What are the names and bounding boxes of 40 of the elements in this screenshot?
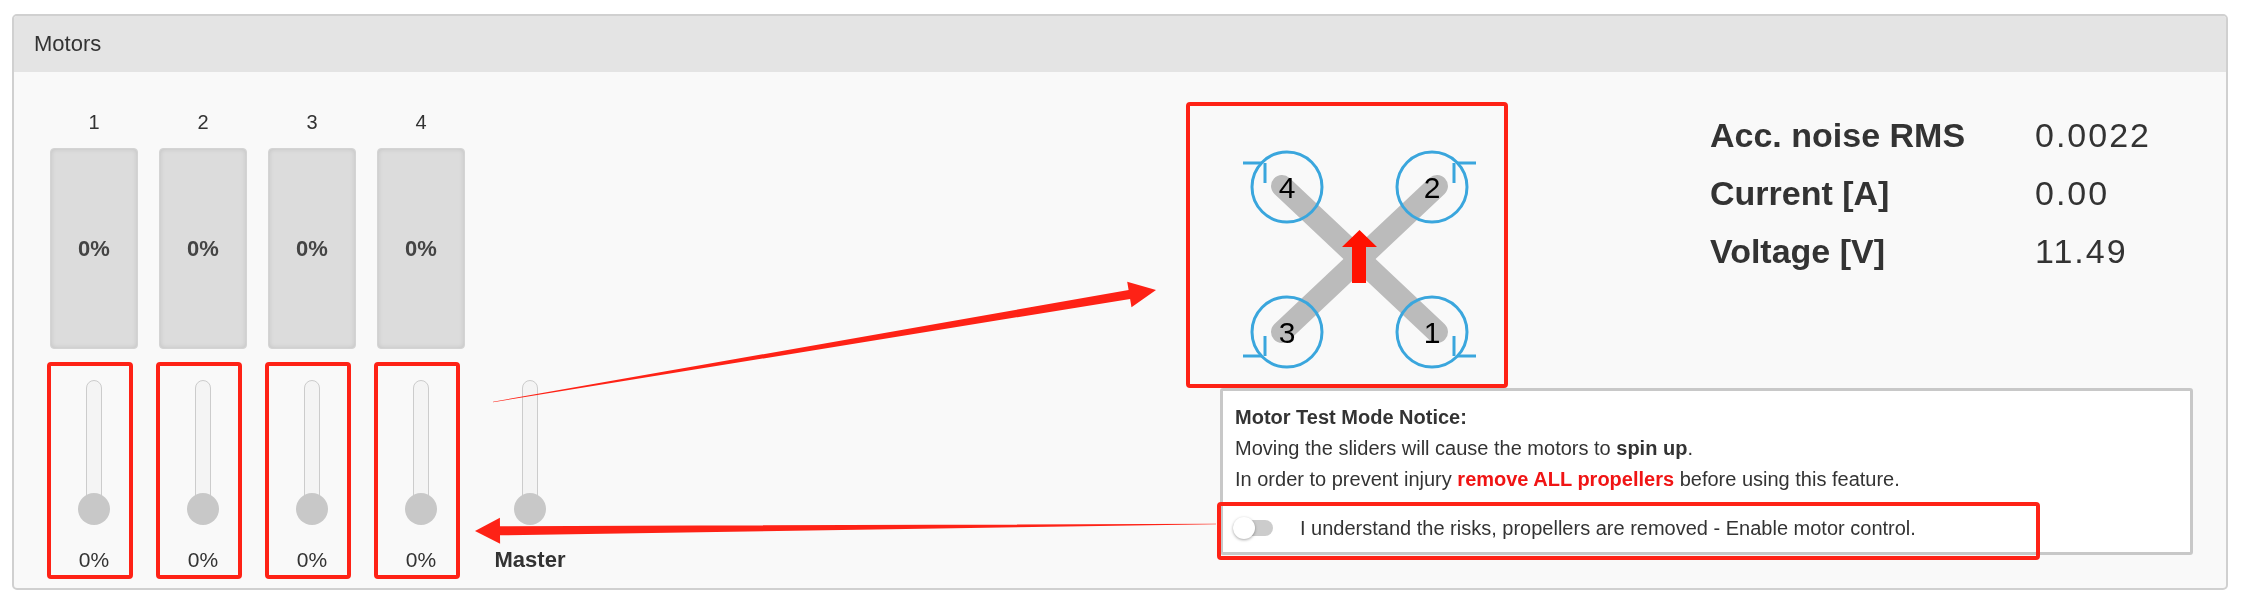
slider-track[interactable]: [514, 380, 546, 525]
motor-number: 4: [415, 110, 427, 135]
motor-number: 4: [1278, 171, 1296, 204]
slider-track[interactable]: [187, 380, 219, 525]
notice-text: In order to prevent injury remove ALL propellers before using this feature.: [1235, 467, 1901, 492]
slider-track[interactable]: [78, 380, 110, 525]
stat-value: 0.00: [2035, 173, 2111, 214]
slider-track[interactable]: [296, 380, 328, 525]
stat-value: 0.0022: [2035, 115, 2151, 156]
stat-label: Acc. noise RMS: [1710, 115, 1967, 156]
slider-thumb[interactable]: [514, 493, 546, 525]
notice-title: Motor Test Mode Notice:: [1235, 405, 1468, 430]
slider-reading: 0%: [405, 547, 437, 573]
slider-reading: 0%: [78, 547, 110, 573]
motor-number: 3: [306, 110, 318, 135]
slider-thumb[interactable]: [187, 493, 219, 525]
master-label: Master: [494, 546, 566, 574]
slider-thumb[interactable]: [296, 493, 328, 525]
motor-number: 2: [197, 110, 209, 135]
meter-reading: 0%: [296, 235, 328, 263]
notice-text: Moving the sliders will cause the motors to spin up.: [1235, 436, 1694, 461]
meter-reading: 0%: [405, 235, 437, 263]
motor-number: 3: [1278, 316, 1296, 349]
slider-reading: 0%: [187, 547, 219, 573]
slider-thumb[interactable]: [78, 493, 110, 525]
toggle-switch[interactable]: [1233, 517, 1273, 539]
meter-reading: 0%: [78, 235, 110, 263]
slider-thumb[interactable]: [405, 493, 437, 525]
motor-number: 1: [1423, 316, 1441, 349]
stat-value: 11.49: [2035, 231, 2129, 272]
stat-label: Voltage [V]: [1710, 231, 1887, 272]
motor-number: 1: [88, 110, 100, 135]
up-arrow-icon: [1342, 230, 1377, 283]
motor-number: 2: [1423, 171, 1441, 204]
slider-track[interactable]: [405, 380, 437, 525]
panel-title: Motors: [34, 30, 102, 58]
stat-label: Current [A]: [1710, 173, 1891, 214]
slider-reading: 0%: [296, 547, 328, 573]
meter-reading: 0%: [187, 235, 219, 263]
toggle-label: I understand the risks, propellers are removed - Enable motor control.: [1300, 516, 1916, 541]
